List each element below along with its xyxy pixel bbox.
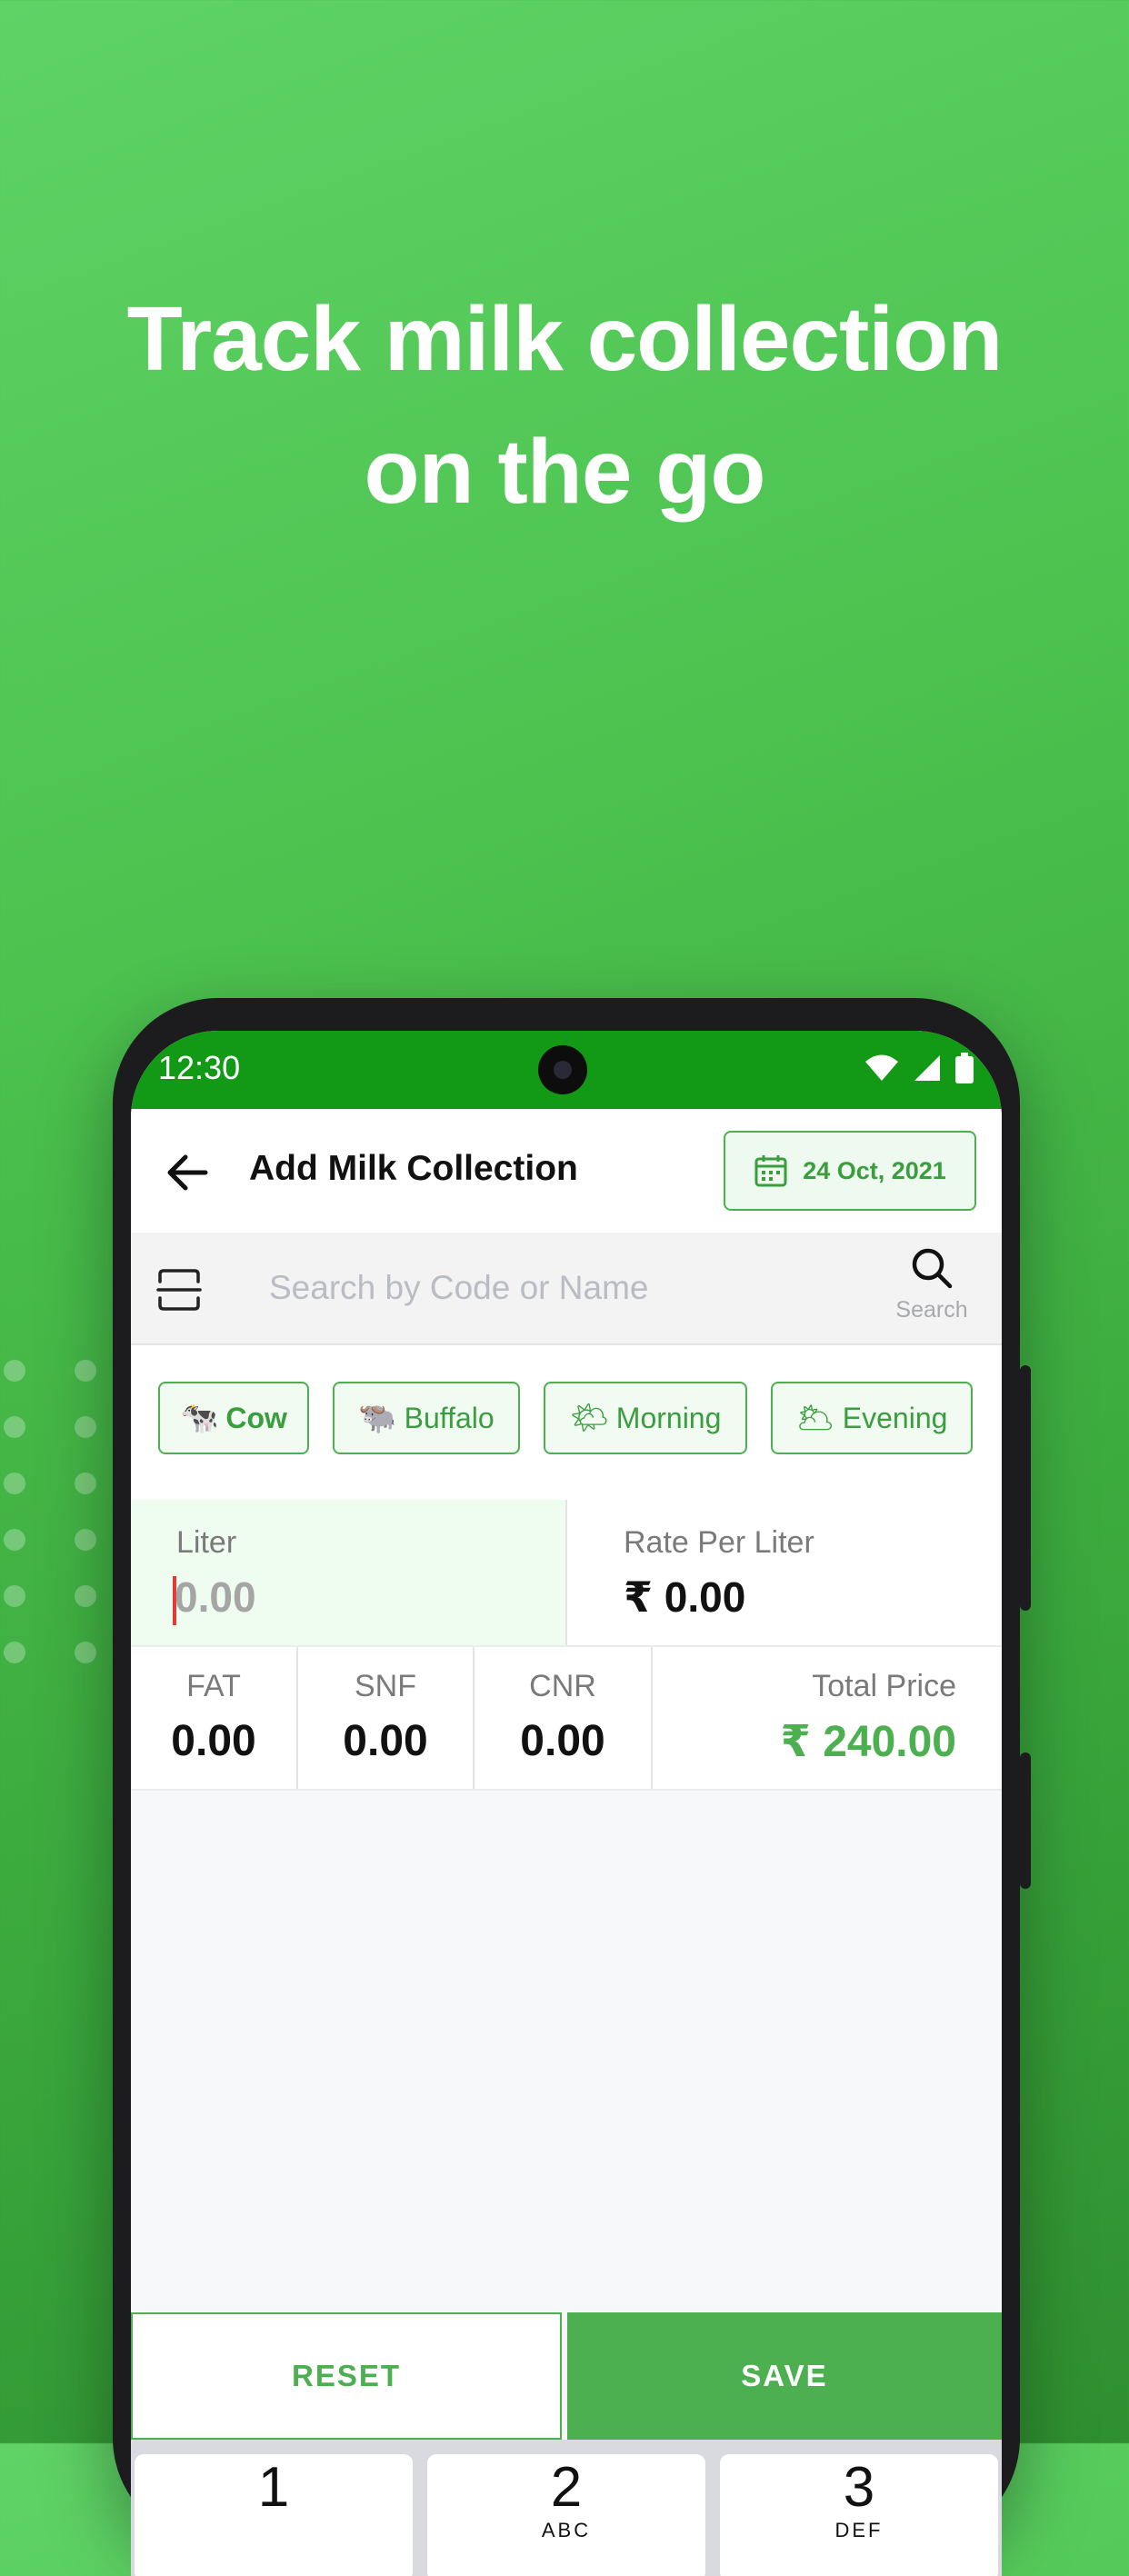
chip-label: Morning bbox=[615, 1401, 722, 1434]
key-digit: 2 bbox=[550, 2456, 583, 2519]
quality-row: FAT 0.00 SNF 0.00 CNR 0.00 Total Price ₹… bbox=[131, 1647, 1002, 1791]
reset-button[interactable]: RESET bbox=[131, 2312, 562, 2440]
cow-icon: 🐄 bbox=[180, 1401, 219, 1435]
total-value: ₹ 240.00 bbox=[780, 1718, 956, 1766]
status-icons bbox=[864, 1053, 974, 1083]
calendar-icon bbox=[754, 1155, 787, 1187]
quantity-row: Liter 0.00 Rate Per Liter ₹ 0.00 bbox=[131, 1500, 1002, 1647]
chip-label: Evening bbox=[842, 1401, 948, 1434]
filter-chips: 🐄 Cow 🐃 Buffalo 🌤 Morning 🌥 Evening bbox=[131, 1345, 1002, 1502]
search-bar: Search bbox=[131, 1233, 1002, 1345]
battery-icon bbox=[955, 1053, 974, 1083]
key-1[interactable]: 1 bbox=[135, 2454, 413, 2576]
headline: Track milk collection on the go bbox=[0, 273, 1129, 538]
key-letters: ABC bbox=[541, 2519, 592, 2541]
key-digit: 1 bbox=[257, 2456, 290, 2519]
phone-screen: 12:30 Add Milk Collection 24 Oct, 2021 S… bbox=[131, 1031, 1002, 2576]
date-picker-button[interactable]: 24 Oct, 2021 bbox=[724, 1131, 976, 1211]
cnr-stat: CNR 0.00 bbox=[475, 1647, 653, 1789]
fat-stat: FAT 0.00 bbox=[131, 1647, 298, 1789]
snf-label: SNF bbox=[355, 1669, 416, 1703]
liter-field[interactable]: Liter 0.00 bbox=[131, 1500, 567, 1645]
wifi-icon bbox=[865, 1054, 898, 1081]
snf-stat: SNF 0.00 bbox=[298, 1647, 475, 1789]
scan-icon[interactable] bbox=[156, 1267, 202, 1313]
rate-field: Rate Per Liter ₹ 0.00 bbox=[567, 1500, 1002, 1645]
cloud-icon: 🌥 bbox=[795, 1401, 835, 1435]
chip-buffalo[interactable]: 🐃 Buffalo bbox=[333, 1382, 520, 1454]
arrow-left-icon[interactable] bbox=[164, 1149, 211, 1196]
volume-button bbox=[1020, 1365, 1031, 1611]
headline-line-1: Track milk collection bbox=[126, 288, 1004, 390]
key-2[interactable]: 2 ABC bbox=[427, 2454, 705, 2576]
snf-value: 0.00 bbox=[343, 1717, 428, 1765]
date-label: 24 Oct, 2021 bbox=[803, 1156, 946, 1184]
buffalo-icon: 🐃 bbox=[358, 1401, 397, 1435]
cnr-label: CNR bbox=[529, 1669, 596, 1703]
action-buttons: RESET SAVE bbox=[131, 2312, 1002, 2440]
rate-value: ₹ 0.00 bbox=[624, 1573, 746, 1621]
numeric-keypad: 1 2 ABC 3 DEF bbox=[131, 2440, 1002, 2576]
chip-morning[interactable]: 🌤 Morning bbox=[544, 1382, 747, 1454]
fat-value: 0.00 bbox=[171, 1717, 256, 1765]
key-letters: DEF bbox=[834, 2519, 884, 2541]
chip-label: Cow bbox=[225, 1401, 287, 1434]
status-bar: 12:30 bbox=[131, 1031, 1002, 1109]
sun-cloud-icon: 🌤 bbox=[569, 1401, 609, 1435]
search-button[interactable]: Search bbox=[882, 1245, 982, 1336]
total-label: Total Price bbox=[812, 1669, 956, 1703]
save-button[interactable]: SAVE bbox=[567, 2312, 1002, 2440]
status-time: 12:30 bbox=[158, 1049, 241, 1086]
total-price: Total Price ₹ 240.00 bbox=[671, 1647, 1002, 1789]
key-digit: 3 bbox=[843, 2456, 875, 2519]
phone-frame: 12:30 Add Milk Collection 24 Oct, 2021 S… bbox=[113, 998, 1031, 2576]
app-bar: Add Milk Collection 24 Oct, 2021 bbox=[131, 1109, 1002, 1234]
fat-label: FAT bbox=[186, 1669, 241, 1703]
signal-icon bbox=[914, 1055, 940, 1081]
chip-label: Buffalo bbox=[404, 1401, 495, 1434]
liter-input[interactable]: 0.00 bbox=[175, 1573, 256, 1622]
page-title: Add Milk Collection bbox=[249, 1149, 578, 1188]
liter-label: Liter bbox=[176, 1525, 237, 1560]
search-button-label: Search bbox=[895, 1297, 968, 1323]
cnr-value: 0.00 bbox=[520, 1717, 605, 1765]
camera-cutout bbox=[538, 1045, 587, 1094]
rate-label: Rate Per Liter bbox=[624, 1525, 814, 1560]
chip-evening[interactable]: 🌥 Evening bbox=[771, 1382, 973, 1454]
search-input[interactable] bbox=[267, 1260, 853, 1316]
decorative-dots bbox=[0, 1360, 109, 1687]
headline-line-2: on the go bbox=[364, 421, 766, 523]
chip-cow[interactable]: 🐄 Cow bbox=[158, 1382, 309, 1454]
power-button bbox=[1020, 1752, 1031, 1889]
key-3[interactable]: 3 DEF bbox=[720, 2454, 998, 2576]
search-icon bbox=[912, 1248, 953, 1289]
